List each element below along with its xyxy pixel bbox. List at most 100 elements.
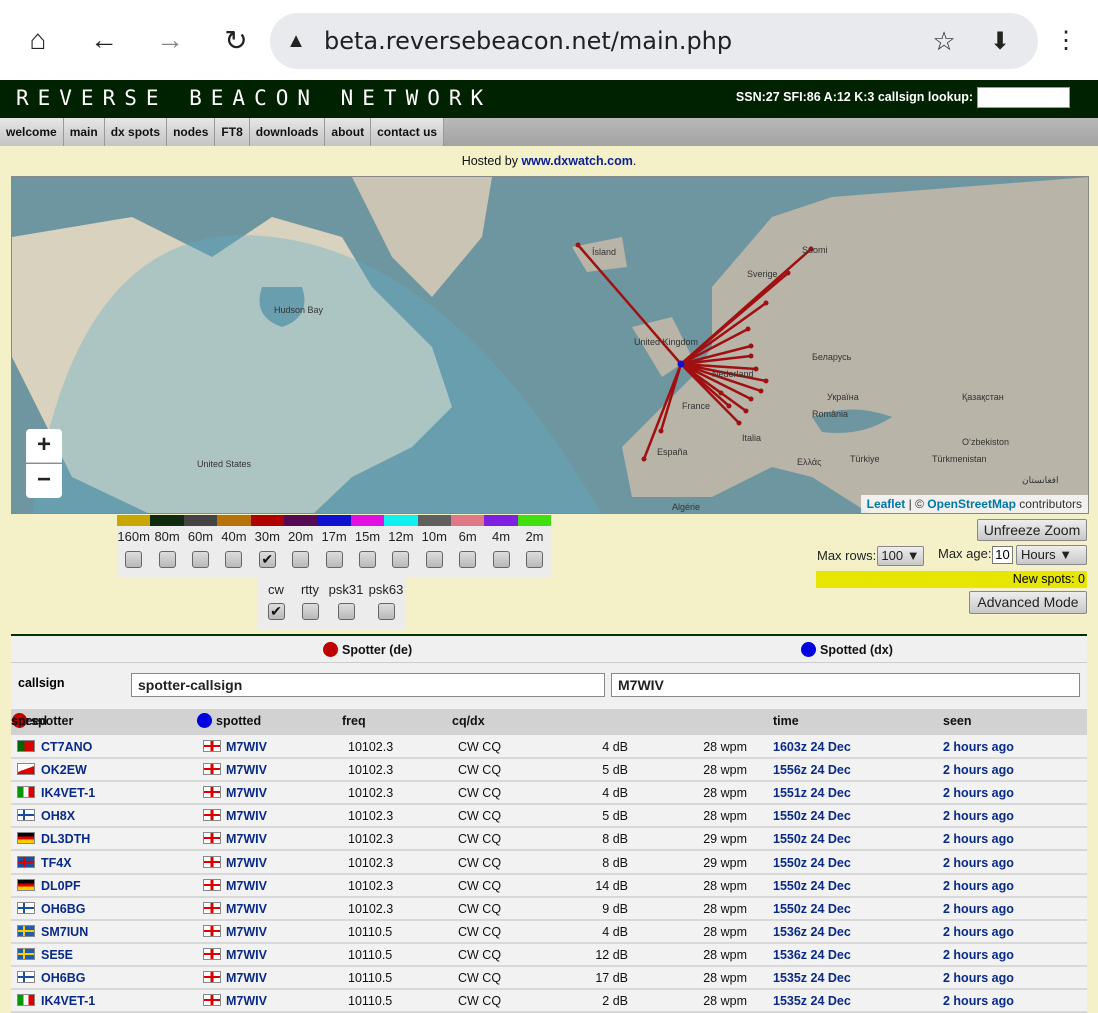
spotted-link[interactable]: M7WIV <box>226 856 267 870</box>
band-checkbox[interactable] <box>125 551 143 568</box>
home-icon[interactable]: ⌂ <box>20 22 56 58</box>
mode-checkbox[interactable] <box>377 603 395 620</box>
leaflet-link[interactable]: Leaflet <box>867 497 906 511</box>
spotter-link[interactable]: CT7ANO <box>41 740 92 754</box>
spotted-link[interactable]: M7WIV <box>226 902 267 916</box>
seen-link[interactable]: 2 hours ago <box>943 879 1014 893</box>
column-cq-dx[interactable]: cq/dx <box>452 714 485 728</box>
time-link[interactable]: 1536z 24 Dec <box>773 948 851 962</box>
seen-link[interactable]: 2 hours ago <box>943 763 1014 777</box>
max-rows-select[interactable]: 100 ▼ <box>877 546 924 566</box>
time-link[interactable]: 1535z 24 Dec <box>773 971 851 985</box>
spotter-link[interactable]: IK4VET-1 <box>41 994 95 1008</box>
spotted-callsign-input[interactable]: M7WIV <box>611 673 1080 697</box>
time-link[interactable]: 1603z 24 Dec <box>773 740 851 754</box>
spotter-link[interactable]: OK2EW <box>41 763 87 777</box>
seen-link[interactable]: 2 hours ago <box>943 994 1014 1008</box>
spotted-link[interactable]: M7WIV <box>226 740 267 754</box>
band-checkbox[interactable] <box>191 551 209 568</box>
mode-checkbox[interactable] <box>337 603 355 620</box>
seen-link[interactable]: 2 hours ago <box>943 856 1014 870</box>
back-icon[interactable]: ← <box>86 22 122 58</box>
band-checkbox[interactable]: ✔ <box>258 551 276 568</box>
callsign-lookup-input[interactable] <box>977 87 1070 108</box>
spotter-link[interactable]: IK4VET-1 <box>41 786 95 800</box>
zoom-out-button[interactable]: − <box>26 464 62 498</box>
spotted-link[interactable]: M7WIV <box>226 832 267 846</box>
download-icon[interactable]: ⬇ <box>982 23 1018 59</box>
seen-link[interactable]: 2 hours ago <box>943 809 1014 823</box>
seen-link[interactable]: 2 hours ago <box>943 925 1014 939</box>
star-icon[interactable]: ☆ <box>926 23 962 59</box>
spotted-link[interactable]: M7WIV <box>226 879 267 893</box>
nav-ft8[interactable]: FT8 <box>215 118 250 146</box>
time-link[interactable]: 1556z 24 Dec <box>773 763 851 777</box>
spotter-link[interactable]: OH6BG <box>41 971 85 985</box>
seen-link[interactable]: 2 hours ago <box>943 786 1014 800</box>
band-checkbox[interactable] <box>358 551 376 568</box>
address-bar[interactable]: ▲ beta.reversebeacon.net/main.php ☆ ⬇ <box>270 13 1038 69</box>
time-link[interactable]: 1550z 24 Dec <box>773 809 851 823</box>
spotter-link[interactable]: DL0PF <box>41 879 81 893</box>
spotted-link[interactable]: M7WIV <box>226 994 267 1008</box>
time-link[interactable]: 1551z 24 Dec <box>773 786 851 800</box>
nav-main[interactable]: main <box>63 118 105 146</box>
band-checkbox[interactable] <box>292 551 310 568</box>
spotter-link[interactable]: DL3DTH <box>41 832 90 846</box>
band-checkbox[interactable] <box>425 551 443 568</box>
spotter-link[interactable]: SM7IUN <box>41 925 88 939</box>
band-checkbox[interactable] <box>492 551 510 568</box>
unfreeze-zoom-button[interactable]: Unfreeze Zoom <box>977 519 1087 541</box>
time-link[interactable]: 1536z 24 Dec <box>773 925 851 939</box>
seen-link[interactable]: 2 hours ago <box>943 971 1014 985</box>
nav-about[interactable]: about <box>325 118 372 146</box>
band-checkbox[interactable] <box>158 551 176 568</box>
seen-link[interactable]: 2 hours ago <box>943 832 1014 846</box>
spotted-link[interactable]: M7WIV <box>226 786 267 800</box>
mode-checkbox[interactable]: ✔ <box>267 603 285 620</box>
column-spotted[interactable]: spotted <box>197 713 261 728</box>
band-checkbox[interactable] <box>525 551 543 568</box>
spotted-link[interactable]: M7WIV <box>226 925 267 939</box>
age-unit-select[interactable]: Hours ▼ <box>1016 545 1087 565</box>
dxwatch-link[interactable]: www.dxwatch.com <box>521 154 632 168</box>
band-checkbox[interactable] <box>325 551 343 568</box>
time-link[interactable]: 1550z 24 Dec <box>773 832 851 846</box>
seen-link[interactable]: 2 hours ago <box>943 740 1014 754</box>
seen-link[interactable]: 2 hours ago <box>943 948 1014 962</box>
mode-checkbox[interactable] <box>301 603 319 620</box>
spot-map[interactable]: Hudson Bay United States Ísland Suomi Sverig… <box>11 176 1089 514</box>
spotted-link[interactable]: M7WIV <box>226 809 267 823</box>
spotter-link[interactable]: SE5E <box>41 948 73 962</box>
spotted-link[interactable]: M7WIV <box>226 948 267 962</box>
band-checkbox[interactable] <box>459 551 477 568</box>
spotter-link[interactable]: OH8X <box>41 809 75 823</box>
nav-contact-us[interactable]: contact us <box>371 118 445 146</box>
osm-link[interactable]: OpenStreetMap <box>927 497 1016 511</box>
column-speed[interactable]: speed <box>11 714 47 728</box>
time-link[interactable]: 1535z 24 Dec <box>773 994 851 1008</box>
forward-icon[interactable]: → <box>152 22 188 58</box>
time-link[interactable]: 1550z 24 Dec <box>773 902 851 916</box>
time-link[interactable]: 1550z 24 Dec <box>773 879 851 893</box>
spotted-link[interactable]: M7WIV <box>226 971 267 985</box>
band-checkbox[interactable] <box>225 551 243 568</box>
column-seen[interactable]: seen <box>943 714 972 728</box>
spotter-link[interactable]: TF4X <box>41 856 72 870</box>
column-time[interactable]: time <box>773 714 799 728</box>
zoom-in-button[interactable]: + <box>26 429 62 463</box>
spotted-link[interactable]: M7WIV <box>226 763 267 777</box>
nav-downloads[interactable]: downloads <box>249 118 326 146</box>
max-age-input[interactable]: 10 <box>992 546 1013 564</box>
column-freq[interactable]: freq <box>342 714 366 728</box>
spotter-callsign-input[interactable]: spotter-callsign <box>131 673 605 697</box>
spotter-link[interactable]: OH6BG <box>41 902 85 916</box>
reload-icon[interactable]: ↻ <box>218 22 254 58</box>
band-checkbox[interactable] <box>392 551 410 568</box>
time-link[interactable]: 1550z 24 Dec <box>773 856 851 870</box>
menu-icon[interactable]: ⋮ <box>1048 22 1084 58</box>
nav-dx-spots[interactable]: dx spots <box>104 118 168 146</box>
warning-icon[interactable]: ▲ <box>278 23 314 59</box>
advanced-mode-button[interactable]: Advanced Mode <box>969 591 1087 614</box>
nav-nodes[interactable]: nodes <box>167 118 216 146</box>
